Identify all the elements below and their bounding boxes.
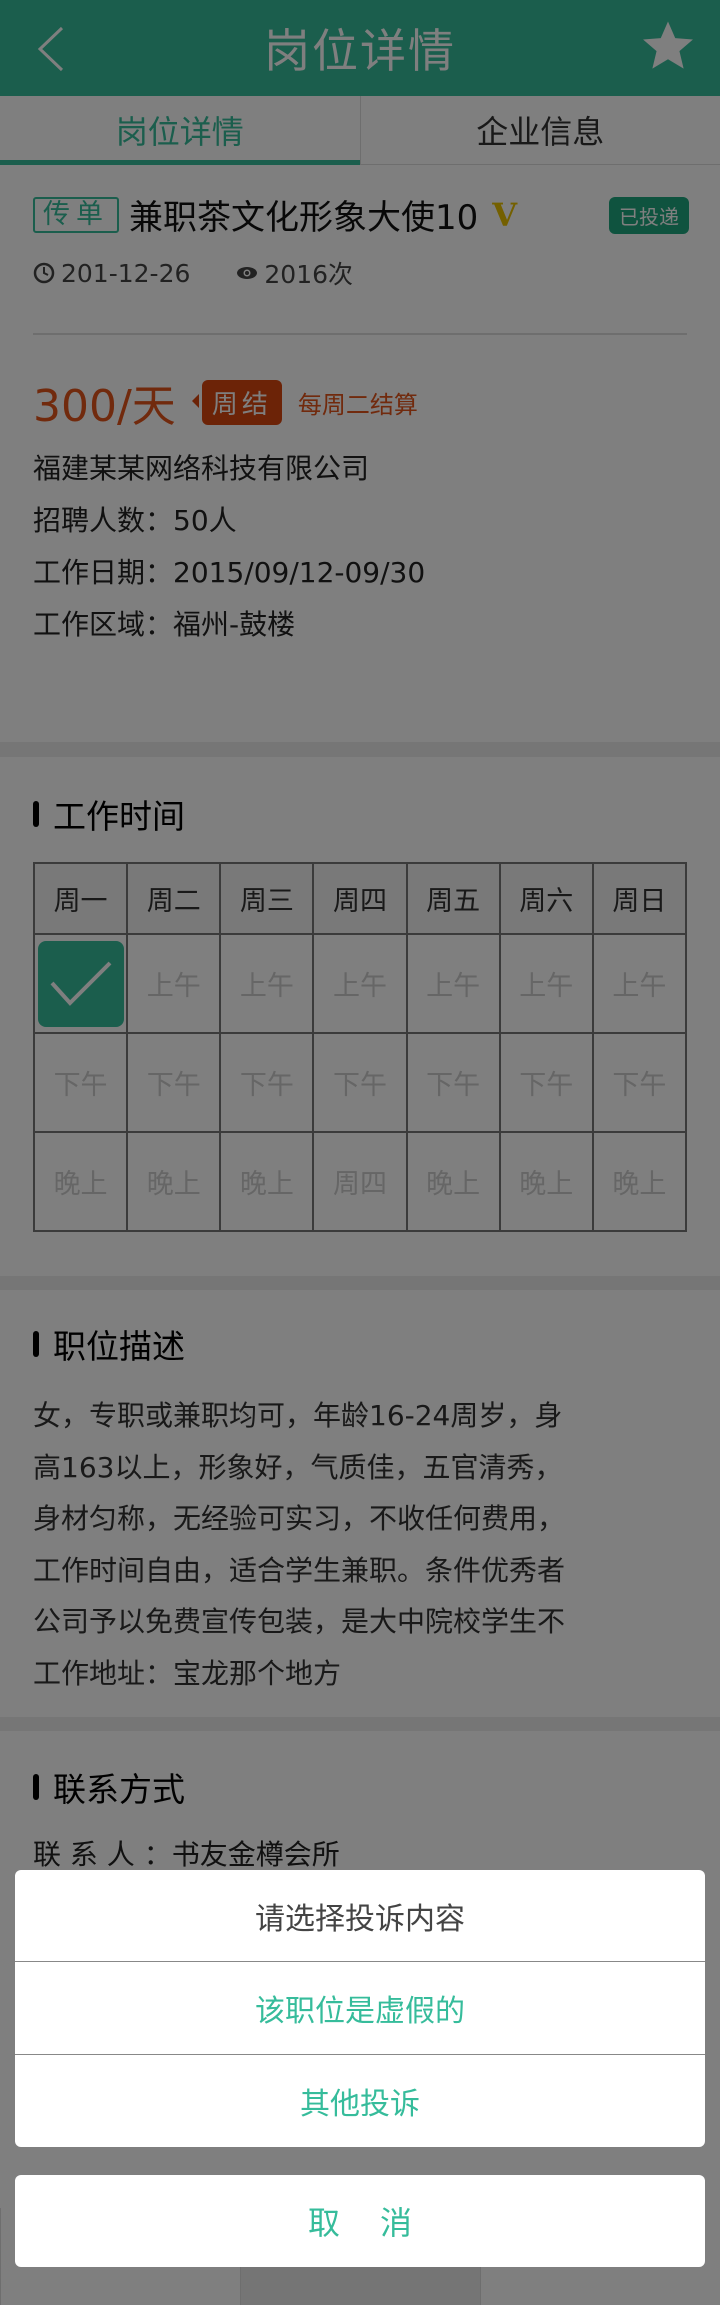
option-other-complaint[interactable]: 其他投诉 <box>15 2054 705 2147</box>
sheet-title: 请选择投诉内容 <box>255 1901 465 1937</box>
complaint-sheet: 请选择投诉内容 该职位是虚假的 其他投诉 <box>15 1870 705 2147</box>
option-fake-job[interactable]: 该职位是虚假的 <box>15 1961 705 2054</box>
cancel-button[interactable]: 取消 <box>15 2175 705 2267</box>
